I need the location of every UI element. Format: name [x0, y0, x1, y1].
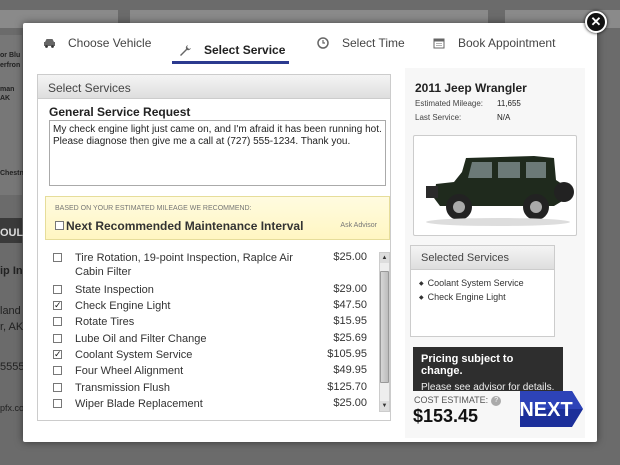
bg-fragment: Chestn [0, 170, 24, 177]
general-service-title: General Service Request [49, 105, 191, 119]
help-icon[interactable]: ? [491, 395, 502, 406]
service-list: Tire Rotation, 19-point Inspection, Rapl… [38, 249, 378, 414]
service-list-scrollbar[interactable]: ▲ ▼ [379, 252, 390, 412]
calendar-icon [432, 36, 446, 50]
service-checkbox[interactable] [53, 383, 62, 392]
step-tabs: Choose Vehicle Select Service Select Tim… [23, 23, 597, 68]
cost-estimate-label: COST ESTIMATE:? [414, 395, 502, 406]
service-checkbox[interactable] [53, 317, 62, 326]
service-name: Transmission Flush [75, 382, 170, 394]
mileage-value: 11,655 [497, 99, 521, 108]
service-price: $25.69 [333, 332, 367, 344]
pricing-notice: Pricing subject to change. Please see ad… [413, 347, 563, 393]
car-icon [42, 36, 56, 50]
list-item: Wiper Blade Replacement $25.00 [38, 396, 378, 412]
list-item: ✓ Coolant System Service $105.95 [38, 347, 378, 363]
list-item: Tire Rotation, 19-point Inspection, Rapl… [38, 250, 378, 280]
vehicle-title: 2011 Jeep Wrangler [415, 81, 527, 95]
service-checkbox[interactable] [53, 253, 62, 262]
maintenance-interval-label: Next Recommended Maintenance Interval [66, 219, 304, 233]
service-checkbox[interactable] [53, 399, 62, 408]
service-name: Check Engine Light [75, 300, 171, 312]
bg-fragment: or Blu [0, 52, 21, 59]
selected-service-item: Check Engine Light [419, 292, 506, 302]
bg-fragment: r, AK [0, 321, 24, 333]
bg-fragment: man [0, 86, 15, 93]
service-price: $29.00 [333, 283, 367, 295]
service-checkbox[interactable]: ✓ [53, 301, 62, 310]
service-checkbox[interactable]: ✓ [53, 350, 62, 359]
service-name: Lube Oil and Filter Change [75, 333, 207, 345]
scroll-down-arrow-icon[interactable]: ▼ [380, 401, 389, 411]
selected-service-item: Coolant System Service [419, 278, 524, 288]
cost-estimate-value: $153.45 [413, 406, 479, 426]
service-price: $25.00 [333, 251, 367, 263]
next-button-label: NEXT [520, 399, 573, 421]
service-name: Rotate Tires [75, 316, 135, 328]
panel-header: Select Services [38, 75, 390, 99]
service-name: Wiper Blade Replacement [75, 398, 203, 410]
tab-label: Choose Vehicle [68, 36, 152, 50]
service-checkbox[interactable] [53, 366, 62, 375]
tab-label: Book Appointment [458, 36, 556, 50]
service-name: State Inspection [75, 284, 154, 296]
service-checkbox[interactable] [53, 334, 62, 343]
bg-fragment: ip In [0, 265, 23, 277]
pricing-line-1: Pricing subject to change. [421, 353, 514, 377]
service-price: $49.95 [333, 364, 367, 376]
service-scheduler-modal: Choose Vehicle Select Service Select Tim… [23, 23, 597, 442]
scroll-up-arrow-icon[interactable]: ▲ [380, 253, 389, 263]
clock-icon [316, 36, 330, 50]
last-service-value: N/A [497, 113, 511, 122]
panel-header: Selected Services [411, 246, 554, 270]
list-item: ✓ Check Engine Light $47.50 [38, 298, 378, 314]
tab-label: Select Time [342, 36, 405, 50]
service-name: Coolant System Service [75, 349, 193, 361]
list-item: State Inspection $29.00 [38, 282, 378, 298]
vehicle-image-box [413, 135, 577, 236]
last-service-label: Last Service: [415, 113, 462, 122]
mileage-label: Estimated Mileage: [415, 99, 484, 108]
select-services-panel: Select Services General Service Request … [37, 74, 391, 421]
wrench-icon [178, 43, 192, 57]
tab-choose-vehicle[interactable]: Choose Vehicle [42, 36, 151, 50]
service-price: $105.95 [327, 348, 367, 360]
cost-label-text: COST ESTIMATE: [414, 395, 489, 405]
maintenance-interval-checkbox[interactable] [55, 221, 64, 230]
list-item: Four Wheel Alignment $49.95 [38, 363, 378, 379]
bg-fragment: AK [0, 95, 11, 102]
close-button[interactable]: ✕ [585, 11, 607, 33]
tab-book-appointment[interactable]: Book Appointment [432, 36, 555, 50]
bg-fragment: erfron [0, 62, 21, 69]
selected-services-panel: Selected Services Coolant System Service… [410, 245, 555, 337]
tab-select-time[interactable]: Select Time [316, 36, 405, 50]
list-item: Transmission Flush $125.70 [38, 380, 378, 396]
service-price: $47.50 [333, 299, 367, 311]
service-name: Tire Rotation, 19-point Inspection, Rapl… [75, 252, 293, 278]
list-item: Rotate Tires $15.95 [38, 314, 378, 330]
last-service-row: Last Service: N/A [415, 113, 510, 122]
mileage-row: Estimated Mileage: 11,655 [415, 99, 521, 108]
scroll-thumb[interactable] [380, 271, 389, 383]
service-name: Four Wheel Alignment [75, 365, 184, 377]
list-item: Lube Oil and Filter Change $25.69 [38, 331, 378, 347]
service-checkbox[interactable] [53, 285, 62, 294]
recommend-note: BASED ON YOUR ESTIMATED MILEAGE WE RECOM… [55, 205, 252, 212]
service-price: $15.95 [333, 315, 367, 327]
general-service-textarea[interactable]: My check engine light just came on, and … [49, 120, 386, 186]
bg-fragment: pfx.co [0, 403, 25, 413]
tab-label: Select Service [204, 43, 286, 57]
jeep-image [426, 156, 574, 226]
ask-advisor-link[interactable]: Ask Advisor [340, 222, 377, 229]
recommendation-box: BASED ON YOUR ESTIMATED MILEAGE WE RECOM… [45, 196, 390, 240]
service-price: $25.00 [333, 397, 367, 409]
service-price: $125.70 [327, 381, 367, 393]
bg-fragment: 5555 [0, 361, 25, 373]
tab-select-service[interactable]: Select Service [171, 36, 290, 64]
next-button[interactable]: NEXT [519, 391, 583, 427]
